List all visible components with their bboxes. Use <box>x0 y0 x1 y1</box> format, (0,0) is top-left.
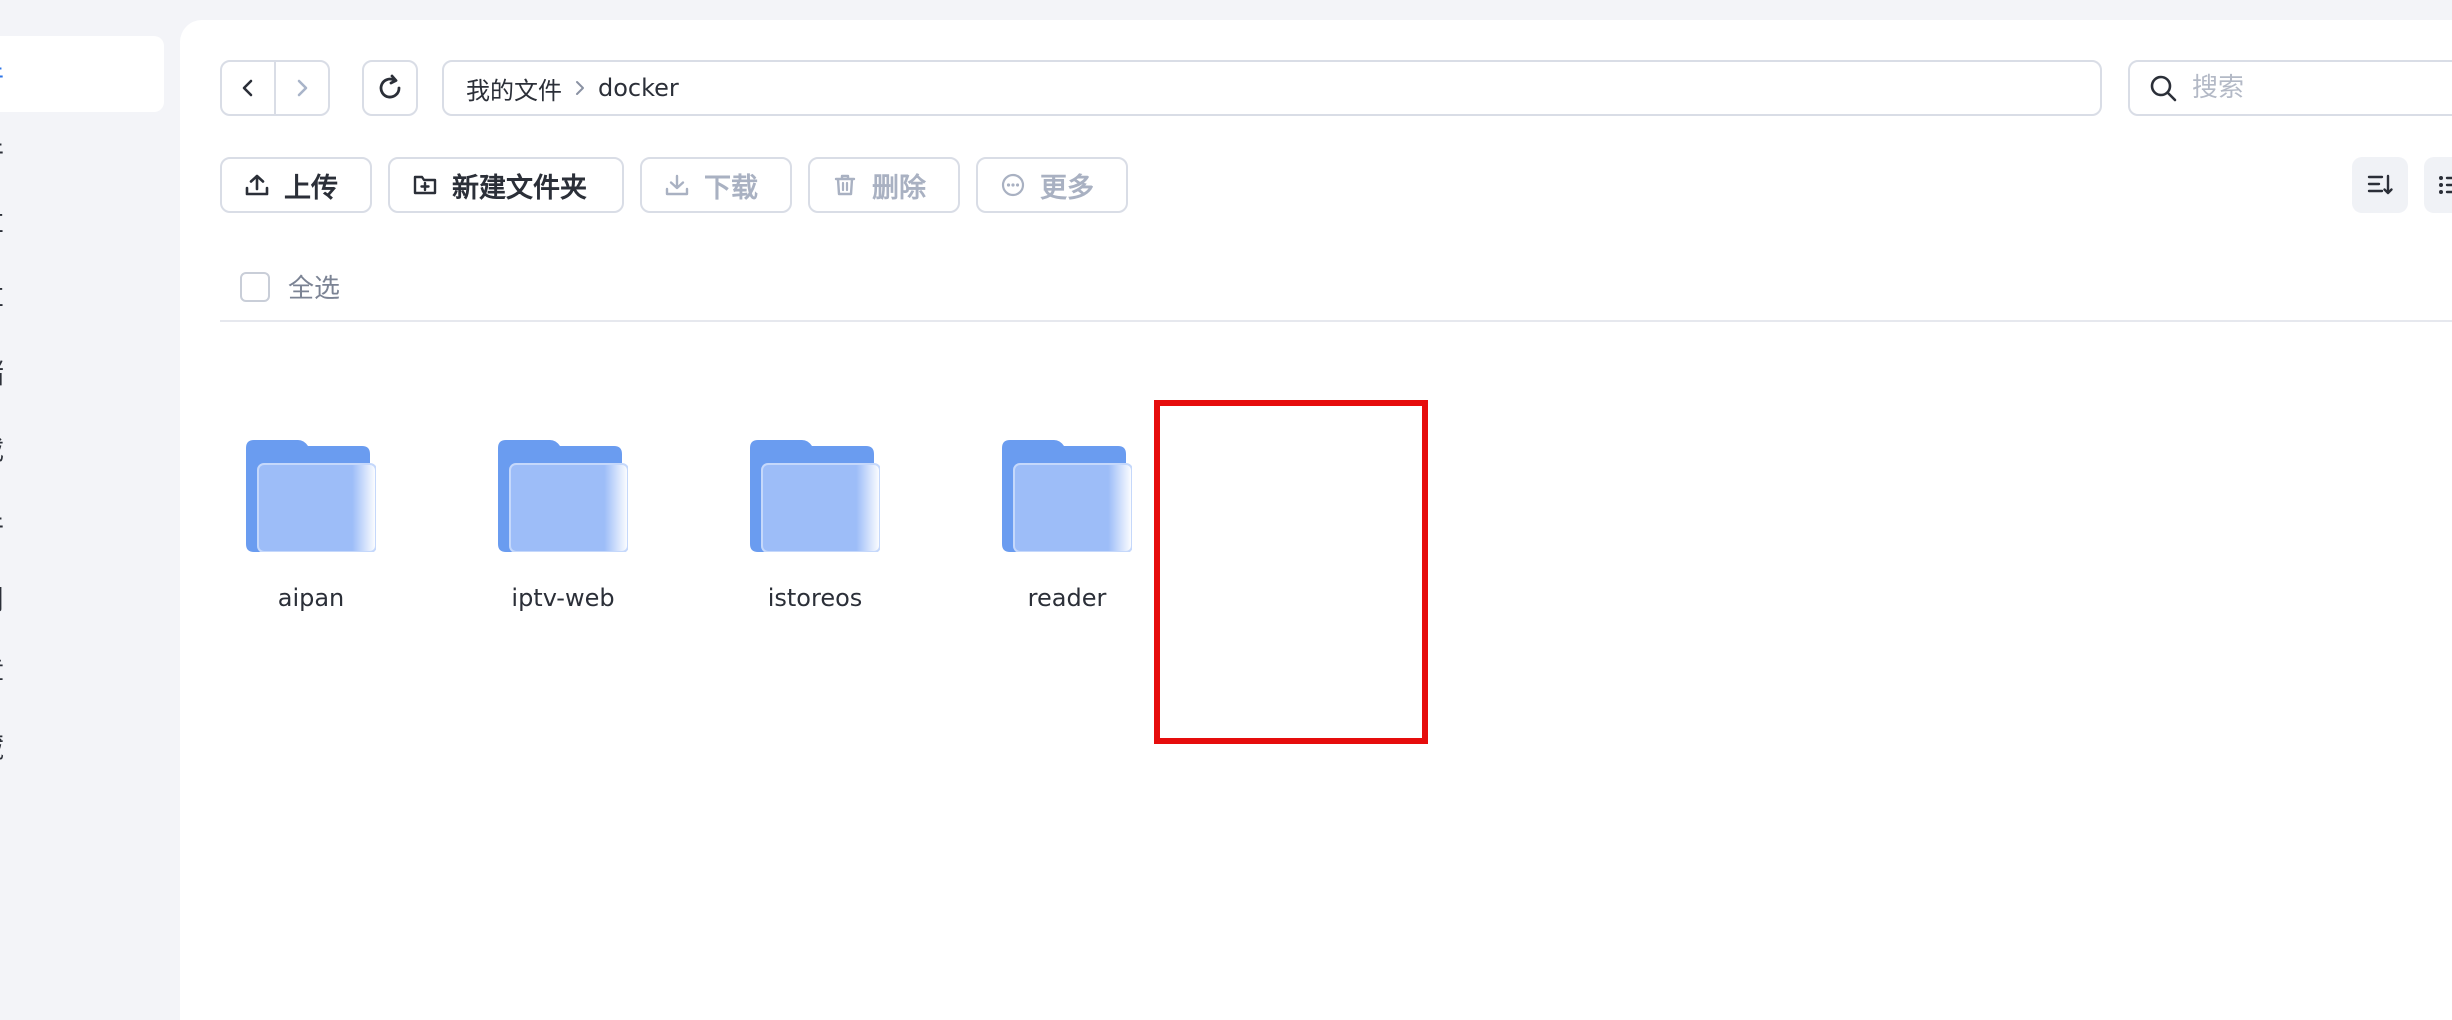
breadcrumb-item-root[interactable]: 我的文件 <box>466 71 562 106</box>
download-button[interactable]: 下载 <box>640 157 792 213</box>
sidebar-item-label: 载 <box>0 428 4 468</box>
upload-icon <box>245 174 269 196</box>
folder-name: iptv-web <box>511 584 615 612</box>
folder-icon <box>750 440 880 552</box>
sidebar-item-my-files[interactable]: 件 <box>0 36 164 112</box>
delete-label: 删除 <box>872 172 926 204</box>
sidebar-item-6[interactable]: 载 <box>0 410 164 486</box>
file-browser-panel: 我的文件 docker 上传 新建文件夹 下载 <box>180 20 2452 1020</box>
breadcrumb: 我的文件 docker <box>442 60 2102 116</box>
folder-name: reader <box>1027 584 1107 612</box>
sidebar-item-10[interactable]: 藏 <box>0 708 164 784</box>
history-nav <box>220 60 330 116</box>
sidebar-item-2[interactable]: 件 <box>0 112 164 188</box>
sidebar-item-label: 问 <box>0 578 4 618</box>
sidebar-item-8[interactable]: 问 <box>0 560 164 636</box>
sidebar-item-9[interactable]: 章 <box>0 632 164 708</box>
sidebar-item-label: 藏 <box>0 726 4 766</box>
download-icon <box>665 174 689 196</box>
sidebar-item-label: 共享 <box>0 204 4 244</box>
download-label: 下载 <box>704 172 758 204</box>
select-all-checkbox[interactable] <box>240 271 270 302</box>
chevron-right-icon <box>574 80 586 96</box>
more-label: 更多 <box>1040 172 1094 204</box>
delete-button[interactable]: 删除 <box>808 157 960 213</box>
sidebar-item-label: 储 <box>0 352 4 392</box>
divider <box>220 320 2452 322</box>
sidebar-item-5[interactable]: 储 <box>0 334 164 410</box>
sidebar-item-label: 共享 <box>0 278 4 318</box>
list-view-icon <box>2439 176 2452 194</box>
folder-item[interactable]: iptv-web <box>468 440 658 640</box>
highlight-annotation <box>1154 400 1428 744</box>
new-folder-button[interactable]: 新建文件夹 <box>388 157 624 213</box>
upload-button[interactable]: 上传 <box>220 157 372 213</box>
refresh-button[interactable] <box>362 60 418 116</box>
sidebar-item-label: 件 <box>0 504 4 544</box>
sidebar-item-3[interactable]: 共享 <box>0 186 164 262</box>
breadcrumb-item-current[interactable]: docker <box>598 74 679 102</box>
back-button[interactable] <box>222 62 274 114</box>
more-button[interactable]: 更多 <box>976 157 1128 213</box>
folder-item[interactable]: aipan <box>216 440 406 640</box>
search-icon <box>2150 75 2177 102</box>
search-input[interactable] <box>2192 73 2452 103</box>
search-box <box>2128 60 2452 116</box>
folder-icon <box>1002 440 1132 552</box>
chevron-left-icon <box>242 79 253 97</box>
refresh-icon <box>379 74 401 99</box>
sidebar-item-4[interactable]: 共享 <box>0 260 164 336</box>
select-all[interactable]: 全选 <box>240 268 340 305</box>
view-mode-button[interactable] <box>2424 157 2452 213</box>
sidebar-item-7[interactable]: 件 <box>0 486 164 562</box>
forward-button[interactable] <box>274 62 328 114</box>
sidebar-item-label: 章 <box>0 650 4 690</box>
folder-item[interactable]: istoreos <box>720 440 910 640</box>
trash-icon <box>834 174 856 196</box>
folder-icon <box>246 440 376 552</box>
new-folder-label: 新建文件夹 <box>452 172 587 204</box>
folder-item[interactable]: reader <box>972 440 1162 640</box>
sort-button[interactable] <box>2352 157 2408 213</box>
sort-icon <box>2367 174 2393 195</box>
folder-icon <box>498 440 628 552</box>
upload-label: 上传 <box>284 172 338 204</box>
sidebar: 件 件 共享 共享 储 载 件 问 章 藏 <box>0 0 180 1002</box>
select-all-label: 全选 <box>288 274 341 304</box>
more-circle-icon <box>1001 173 1025 197</box>
chevron-right-icon <box>297 79 308 97</box>
folder-name: aipan <box>277 584 345 612</box>
folder-name: istoreos <box>767 584 863 612</box>
folder-plus-icon <box>413 175 437 195</box>
sidebar-item-label: 件 <box>0 130 4 170</box>
sidebar-item-label: 件 <box>0 54 4 94</box>
